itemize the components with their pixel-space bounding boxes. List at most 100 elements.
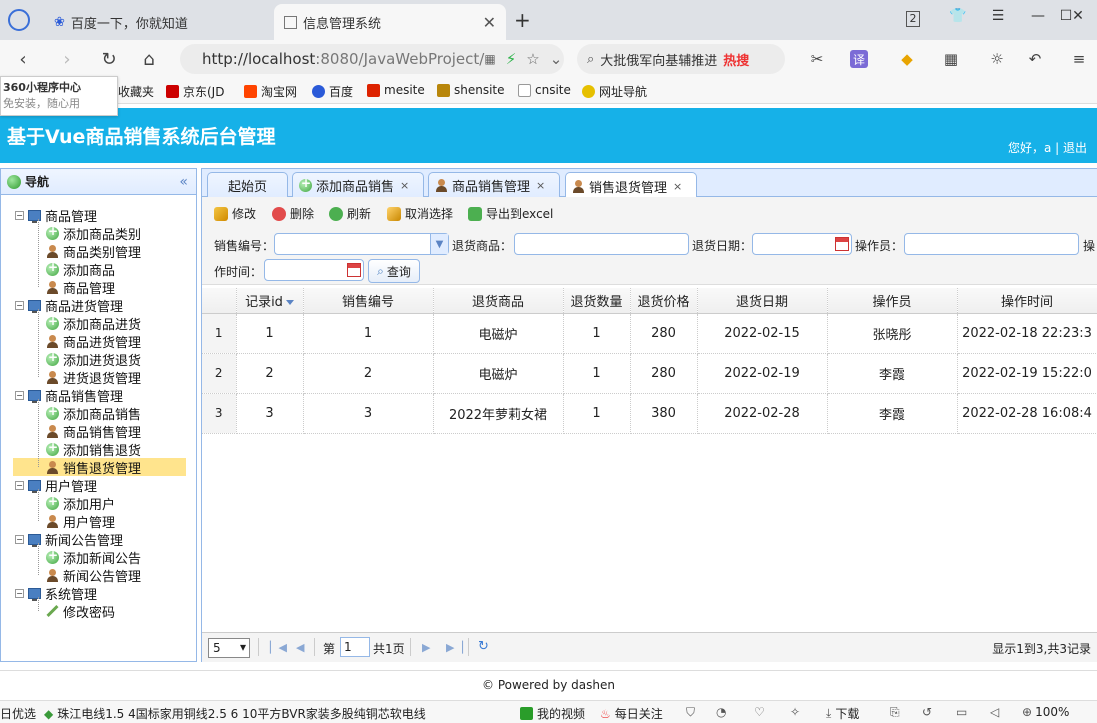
sound-icon[interactable]: ◔ bbox=[716, 705, 726, 719]
forward-icon[interactable]: › bbox=[54, 47, 80, 71]
browser-tab-baidu[interactable]: ❀ 百度一下，你就知道 bbox=[44, 4, 272, 40]
status-news-link[interactable]: ◆ 珠江电线1.5 4国标家用铜线2.5 6 10平方BVR家装多股纯铜芯软电线 bbox=[44, 705, 426, 722]
nav-group[interactable]: − 用户管理 bbox=[15, 476, 97, 495]
reload-page-icon[interactable]: ↻ bbox=[478, 639, 489, 654]
column-header[interactable]: 操作员 bbox=[827, 288, 958, 314]
nav-group[interactable]: − 商品进货管理 bbox=[15, 296, 123, 315]
refresh-button[interactable]: 刷新 bbox=[329, 205, 371, 222]
column-header[interactable]: 销售编号 bbox=[303, 288, 434, 314]
mute-icon[interactable]: ◁ bbox=[990, 705, 999, 719]
table-row[interactable]: 2 2 2 电磁炉 1 280 2022-02-19 李霞 2022-02-19 15:22:0 bbox=[202, 353, 1097, 394]
column-header[interactable]: 退货日期 bbox=[697, 288, 828, 314]
search-box[interactable]: ⌕ 大批俄军向基辅推进 热搜 bbox=[577, 44, 785, 74]
home-icon[interactable]: ⌂ bbox=[136, 47, 162, 71]
undo-icon[interactable]: ↶ bbox=[1024, 49, 1046, 69]
first-page-icon[interactable]: ▏◀ bbox=[270, 641, 287, 654]
collapse-toggle-icon[interactable]: − bbox=[15, 480, 24, 490]
bookmark-item[interactable]: 收藏夹 bbox=[118, 83, 154, 100]
browser-logo-icon[interactable] bbox=[8, 9, 30, 31]
tab-add-sale[interactable]: 添加商品销售 × bbox=[292, 172, 424, 198]
bookmark-item[interactable]: mesite bbox=[367, 83, 425, 97]
browser-menu-icon[interactable]: ≡ bbox=[1068, 49, 1090, 69]
window-icon[interactable]: ▭ bbox=[956, 705, 967, 719]
tab-home[interactable]: 起始页 bbox=[207, 172, 288, 198]
translate-icon[interactable]: 译 bbox=[850, 50, 868, 68]
column-header[interactable]: 记录id bbox=[236, 288, 304, 314]
scissors-icon[interactable]: ✂ bbox=[806, 49, 828, 69]
bookmark-item[interactable]: shensite bbox=[437, 83, 505, 97]
reload-icon[interactable]: ↻ bbox=[96, 47, 122, 71]
shield-status-icon[interactable]: ⛉ bbox=[686, 705, 695, 720]
collapse-toggle-icon[interactable]: − bbox=[15, 210, 24, 220]
query-button[interactable]: ⌕ 查询 bbox=[368, 259, 420, 283]
collapse-toggle-icon[interactable]: − bbox=[15, 390, 24, 400]
mini-program-popup[interactable]: 360小程序中心 免安装，随心用 bbox=[0, 76, 118, 116]
table-row[interactable]: 1 1 1 电磁炉 1 280 2022-02-15 张晓彤 2022-02-18 22:23:… bbox=[202, 313, 1097, 354]
status-left-label[interactable]: 日优选 bbox=[0, 705, 36, 722]
operator-input[interactable] bbox=[904, 233, 1079, 255]
lightning-icon[interactable]: ⚡ bbox=[506, 50, 517, 68]
chevron-down-icon[interactable]: ⌄ bbox=[550, 50, 563, 68]
calendar-icon[interactable] bbox=[347, 263, 361, 277]
nav-group[interactable]: − 商品管理 bbox=[15, 206, 97, 225]
clipboard-icon[interactable]: ⎘ bbox=[890, 705, 900, 720]
tab-close-icon[interactable]: × bbox=[536, 179, 545, 192]
return-goods-input[interactable] bbox=[514, 233, 689, 255]
heart-icon[interactable]: ♡ bbox=[754, 705, 765, 719]
tab-close-icon[interactable]: × bbox=[400, 179, 409, 192]
my-video-button[interactable]: 我的视频 bbox=[520, 705, 585, 722]
tab-sale-return-manage[interactable]: 销售退货管理 × bbox=[565, 172, 697, 199]
table-row[interactable]: 3 3 3 2022年萝莉女裙 1 380 2022-02-28 李霞 2022-02-28 1… bbox=[202, 393, 1097, 434]
bookmark-item[interactable]: cnsite bbox=[518, 83, 571, 97]
page-number-input[interactable]: 1 bbox=[340, 637, 370, 657]
sale-no-combobox[interactable]: ▼ bbox=[274, 233, 449, 255]
shield-coin-icon[interactable]: ◆ bbox=[896, 49, 918, 69]
qr-icon[interactable]: ▦ bbox=[484, 52, 495, 66]
nav-group[interactable]: − 商品销售管理 bbox=[15, 386, 123, 405]
nav-group[interactable]: − 系统管理 bbox=[15, 584, 97, 603]
settings-sun-icon[interactable]: ☼ bbox=[986, 49, 1008, 69]
calendar-icon[interactable] bbox=[835, 237, 849, 251]
column-header[interactable]: 退货数量 bbox=[563, 288, 631, 314]
refresh-status-icon[interactable]: ↺ bbox=[922, 705, 932, 719]
star-icon[interactable]: ☆ bbox=[526, 50, 539, 68]
next-page-icon[interactable]: ▶ bbox=[422, 641, 430, 654]
close-tab-icon[interactable]: ✕ bbox=[483, 13, 496, 32]
nav-group[interactable]: − 新闻公告管理 bbox=[15, 530, 123, 549]
collapse-icon[interactable]: « bbox=[179, 174, 188, 190]
prev-page-icon[interactable]: ◀ bbox=[296, 641, 304, 654]
zoom-control[interactable]: ⊕ 100% bbox=[1022, 705, 1069, 719]
tab-count-badge[interactable]: 2 bbox=[906, 11, 920, 27]
back-icon[interactable]: ‹ bbox=[10, 47, 36, 71]
tools-icon[interactable]: ✧ bbox=[790, 705, 800, 719]
export-excel-button[interactable]: 导出到excel bbox=[468, 205, 553, 222]
bookmark-item[interactable]: 百度 bbox=[312, 83, 353, 100]
bookmark-item[interactable]: 网址导航 bbox=[582, 83, 647, 100]
return-date-input[interactable] bbox=[752, 233, 852, 255]
page-size-select[interactable]: 5 bbox=[208, 638, 250, 658]
bookmark-item[interactable]: 京东(JD bbox=[166, 83, 224, 100]
tab-sale-manage[interactable]: 商品销售管理 × bbox=[428, 172, 560, 198]
deselect-button[interactable]: 取消选择 bbox=[387, 205, 453, 222]
close-window-icon[interactable]: ✕ bbox=[1066, 8, 1090, 24]
edit-button[interactable]: 修改 bbox=[214, 205, 256, 222]
chevron-down-icon[interactable]: ▼ bbox=[430, 234, 448, 254]
collapse-toggle-icon[interactable]: − bbox=[15, 534, 24, 544]
tab-close-icon[interactable]: × bbox=[673, 180, 682, 193]
address-bar[interactable]: http://localhost:8080/JavaWebProject/ ▦ … bbox=[180, 44, 564, 74]
browser-tab-info-system[interactable]: 信息管理系统 ✕ bbox=[274, 4, 506, 40]
shirt-icon[interactable]: 👕 bbox=[946, 8, 970, 24]
delete-button[interactable]: 删除 bbox=[272, 205, 314, 222]
apps-grid-icon[interactable]: ▦ bbox=[940, 49, 962, 69]
download-button[interactable]: ⤓ 下载 bbox=[826, 705, 859, 722]
collapse-toggle-icon[interactable]: − bbox=[15, 588, 24, 598]
bookmark-item[interactable]: 淘宝网 bbox=[244, 83, 297, 100]
collapse-toggle-icon[interactable]: − bbox=[15, 300, 24, 310]
minimize-icon[interactable]: — bbox=[1026, 8, 1050, 24]
last-page-icon[interactable]: ▶▕ bbox=[446, 641, 463, 654]
column-header[interactable]: 操作时间 bbox=[957, 288, 1097, 314]
column-header[interactable]: 退货商品 bbox=[433, 288, 564, 314]
menu-icon[interactable]: ☰ bbox=[986, 8, 1010, 24]
op-time-input[interactable] bbox=[264, 259, 364, 281]
daily-follow-button[interactable]: ♨ 每日关注 bbox=[600, 705, 663, 722]
